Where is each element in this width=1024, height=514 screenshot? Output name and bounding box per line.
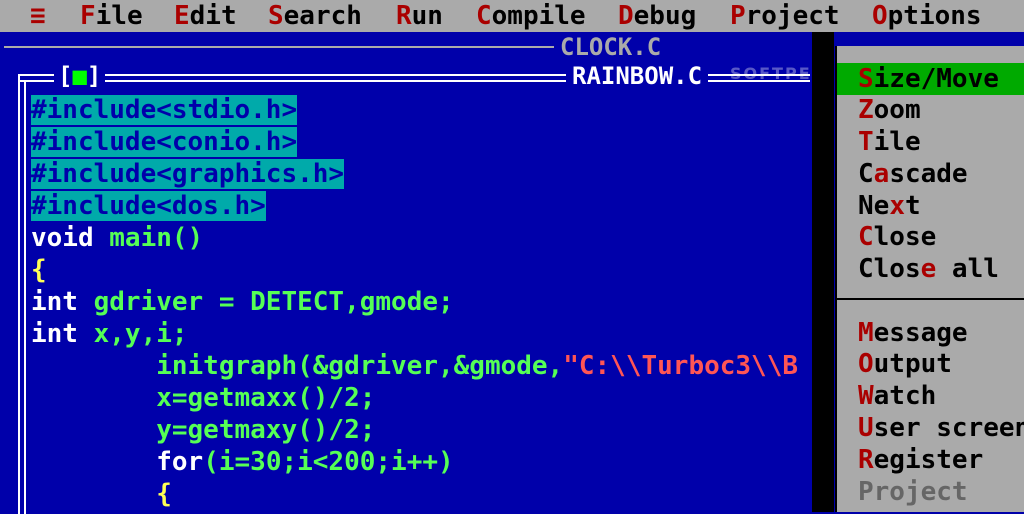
menu-item-close[interactable]: Close — [837, 221, 1024, 253]
menu-item-next[interactable]: Next — [837, 190, 1024, 222]
code-line: #include<graphics.h> — [31, 159, 345, 189]
menu-item-message[interactable]: Message — [837, 317, 1024, 349]
back-window-title[interactable]: CLOCK.C — [560, 33, 810, 61]
window-menu: Size/Move Zoom Tile Cascade Next Close C… — [835, 46, 1024, 512]
close-box[interactable]: [■] — [54, 62, 106, 90]
menu-options[interactable]: Options — [872, 0, 982, 32]
menu-item-register[interactable]: Register — [837, 444, 1024, 476]
menu-project[interactable]: Project — [730, 0, 840, 32]
code-line: { — [31, 255, 47, 285]
code-line: x=getmaxx()/2; — [31, 383, 376, 413]
code-line: #include<dos.h> — [31, 191, 266, 221]
menu-item-size-move[interactable]: Size/Move — [837, 63, 1024, 95]
menu-search[interactable]: Search — [268, 0, 362, 32]
back-window-frame — [4, 46, 554, 48]
window-frame-left-inner — [24, 80, 26, 514]
code-line: y=getmaxy()/2; — [31, 415, 376, 445]
close-icon[interactable]: ■ — [72, 62, 86, 90]
menu-item-watch[interactable]: Watch — [837, 380, 1024, 412]
menu-debug[interactable]: Debug — [618, 0, 696, 32]
menu-shadow — [812, 32, 834, 512]
menu-item-cascade[interactable]: Cascade — [837, 158, 1024, 190]
code-line: int gdriver = DETECT,gmode; — [31, 287, 454, 317]
code-line: initgraph(&gdriver,&gmode,"C:\\Turboc3\\… — [31, 351, 799, 381]
menu-edit[interactable]: Edit — [174, 0, 237, 32]
code-line: for(i=30;i<200;i++) — [156, 447, 454, 477]
code-line: int x,y,i; — [31, 319, 188, 349]
menu-item-output[interactable]: Output — [837, 348, 1024, 380]
code-line: #include<conio.h> — [31, 127, 298, 157]
menu-item-close-all[interactable]: Close all — [837, 253, 1024, 285]
code-line: void main() — [31, 223, 204, 253]
menu-item-user-screen[interactable]: User screen — [837, 412, 1024, 444]
menu-run[interactable]: Run — [396, 0, 443, 32]
menu-separator — [837, 298, 1024, 300]
menu-item-zoom[interactable]: Zoom — [837, 94, 1024, 126]
menu-item-project: Project — [858, 477, 968, 507]
code-line: { — [31, 479, 172, 509]
menu-file[interactable]: File — [80, 0, 143, 32]
menu-compile[interactable]: Compile — [476, 0, 586, 32]
code-line: #include<stdio.h> — [31, 95, 298, 125]
code-editor[interactable]: #include<stdio.h> #include<conio.h> #inc… — [31, 94, 810, 512]
menu-item-tile[interactable]: Tile — [837, 126, 1024, 158]
window-frame-left — [18, 74, 20, 514]
system-menu-icon[interactable]: ≡ — [30, 0, 46, 32]
menu-bar: ≡ File Edit Search Run Compile Debug Pro… — [0, 0, 1024, 32]
editor-window-title[interactable]: RAINBOW.C — [566, 62, 709, 90]
